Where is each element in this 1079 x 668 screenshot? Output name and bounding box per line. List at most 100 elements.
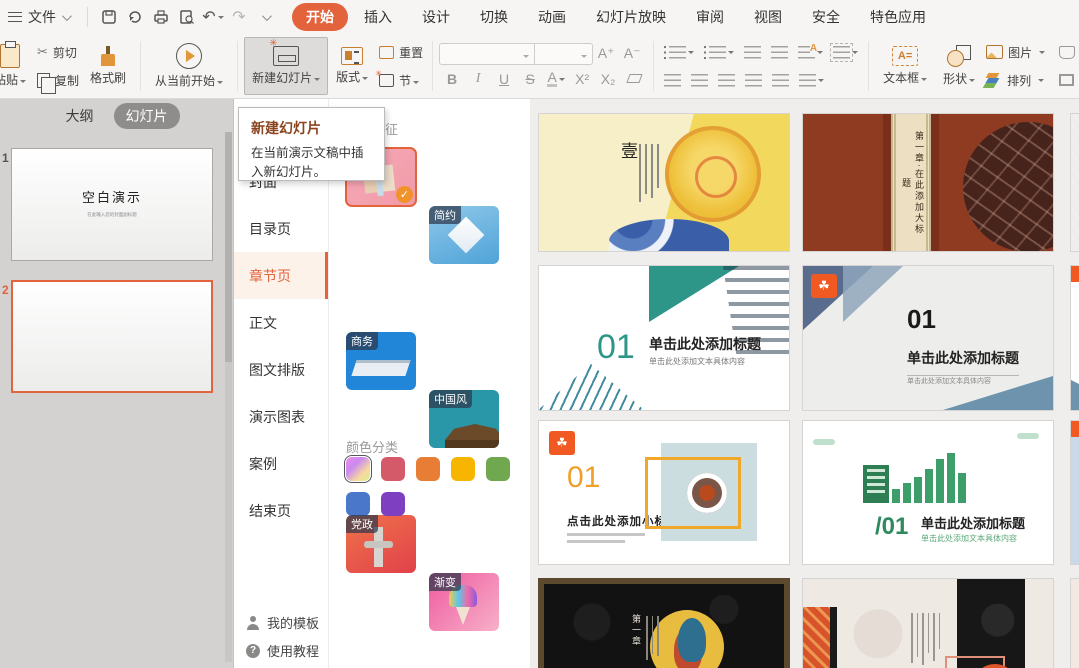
new-slide-button[interactable]: 新建幻灯片 [244,37,328,95]
underline-button[interactable]: U [491,68,517,90]
template-card-maroon-chapter[interactable]: 第一章·在此添加大标题 [802,113,1054,252]
layout-button[interactable]: 版式 [328,37,376,95]
vertical-text-decoration [646,616,659,664]
template-card-green-01[interactable]: /01 单击此处添加标题 单击此处添加文本具体内容 [802,420,1054,565]
category-case[interactable]: 案例 [234,440,328,487]
font-family-select[interactable] [439,43,535,65]
category-charts[interactable]: 演示图表 [234,393,328,440]
print-button[interactable] [148,5,174,29]
clear-format-button[interactable] [621,68,647,90]
tutorial-button[interactable]: ? 使用教程 [246,641,319,660]
style-tile-chinese[interactable]: 中国风 [429,390,499,448]
copy-button[interactable]: 复制 [34,68,82,92]
color-swatch-orange[interactable] [416,457,440,481]
template-card-black-phoenix[interactable]: 第一章 [538,578,790,668]
font-color-button[interactable]: A [543,68,569,90]
arrange-button[interactable]: 排列 [983,68,1048,92]
decrease-font-button[interactable]: A⁻ [619,43,645,65]
template-card-imperial[interactable]: 壹 [538,113,790,252]
tab-slideshow[interactable]: 幻灯片放映 [582,3,680,31]
category-ending[interactable]: 结束页 [234,487,328,534]
customize-toolbar-button[interactable] [252,5,278,29]
card-title: 第一章·在此添加大标题 [896,128,926,238]
align-center-button[interactable] [687,69,712,91]
format-painter-button[interactable]: 格式刷 [82,37,134,95]
color-swatch-purple[interactable] [381,492,405,516]
align-right-button[interactable] [714,69,739,91]
line-spacing-button[interactable] [795,69,828,91]
increase-indent-button[interactable] [767,41,792,63]
template-card-slate-01[interactable]: ☘ 01 单击此处添加标题 单击此处添加文本具体内容 [802,265,1054,411]
align-left-button[interactable] [660,69,685,91]
tab-slides[interactable]: 幻灯片 [114,103,180,129]
undo-icon: ↶ [202,7,215,27]
paste-button[interactable]: 粘贴 [0,37,34,95]
tab-special-apps[interactable]: 特色应用 [856,3,940,31]
template-card-teal-01[interactable]: 01 单击此处添加标题 单击此处添加文本具体内容 [538,265,790,411]
style-tile-minimal[interactable]: 简约 [429,206,499,264]
text-direction-button[interactable] [794,41,827,63]
slide-1-number: 1 [2,151,9,165]
justify-button[interactable] [741,69,766,91]
tab-review[interactable]: 审阅 [682,3,738,31]
style-tile-gradient[interactable]: 渐变 [429,573,499,631]
fill-button[interactable]: 填充 [1056,40,1079,64]
textbox-button[interactable]: A= 文本框 [875,37,935,95]
redo-button[interactable]: ↷ [226,5,252,29]
cut-button[interactable]: ✂ 剪切 [34,40,82,64]
font-size-select[interactable] [535,43,593,65]
my-templates-button[interactable]: 我的模板 [246,613,319,632]
distribute-button[interactable] [768,69,793,91]
tab-home[interactable]: 开始 [292,3,348,31]
print-preview-button[interactable] [174,5,200,29]
numbered-list-button[interactable] [700,41,738,63]
template-card-partial[interactable] [1070,578,1079,668]
increase-font-button[interactable]: A⁺ [593,43,619,65]
tab-security[interactable]: 安全 [798,3,854,31]
superscript-button[interactable]: X² [569,68,595,90]
template-card-coffee-01[interactable]: ☘ 01 点击此处添加小标题 [538,420,790,565]
style-tile-business[interactable]: 商务 [346,332,416,390]
paragraph-settings-button[interactable] [829,41,862,63]
tab-design[interactable]: 设计 [408,3,464,31]
tab-transition[interactable]: 切换 [466,3,522,31]
export-button[interactable] [122,5,148,29]
section-button[interactable]: 节 [376,68,426,92]
slide-1-thumbnail[interactable]: 空白演示 在此输入您的封面副标题 [11,148,213,261]
template-card-cream-bird[interactable] [802,578,1054,668]
color-swatch-blue[interactable] [346,492,370,516]
template-card-partial[interactable] [1070,113,1079,252]
outline-button[interactable]: 轮廓 [1056,68,1079,92]
subscript-button[interactable]: X₂ [595,68,621,90]
play-from-current-button[interactable]: 从当前开始 [147,37,231,95]
template-card-partial[interactable] [1070,420,1079,565]
color-swatch-green[interactable] [486,457,510,481]
reset-button[interactable]: 重置 [376,40,426,64]
decrease-indent-button[interactable] [740,41,765,63]
category-section-page[interactable]: 章节页 [234,252,328,299]
undo-button[interactable]: ↶ [200,5,226,29]
save-button[interactable] [96,5,122,29]
panel-scrollbar[interactable] [225,132,232,662]
color-swatch-all[interactable] [346,457,370,481]
picture-button[interactable]: 图片 [983,40,1048,64]
category-toc[interactable]: 目录页 [234,205,328,252]
bold-button[interactable]: B [439,68,465,90]
color-swatch-yellow[interactable] [451,457,475,481]
tab-view[interactable]: 视图 [740,3,796,31]
template-card-partial[interactable] [1070,265,1079,411]
color-swatch-red[interactable] [381,457,405,481]
tab-animation[interactable]: 动画 [524,3,580,31]
category-image-text[interactable]: 图文排版 [234,346,328,393]
skyline-chart-illustration [863,451,1003,503]
strikethrough-button[interactable]: S [517,68,543,90]
category-body[interactable]: 正文 [234,299,328,346]
file-menu[interactable]: 文件 [0,7,79,27]
shapes-button[interactable]: 形状 [935,37,983,95]
tab-outline[interactable]: 大纲 [54,103,106,129]
italic-button[interactable]: I [465,68,491,90]
tab-insert[interactable]: 插入 [350,3,406,31]
bullet-list-button[interactable] [660,41,698,63]
style-tile-party[interactable]: 党政 [346,515,416,573]
slide-2-thumbnail[interactable] [11,280,213,393]
